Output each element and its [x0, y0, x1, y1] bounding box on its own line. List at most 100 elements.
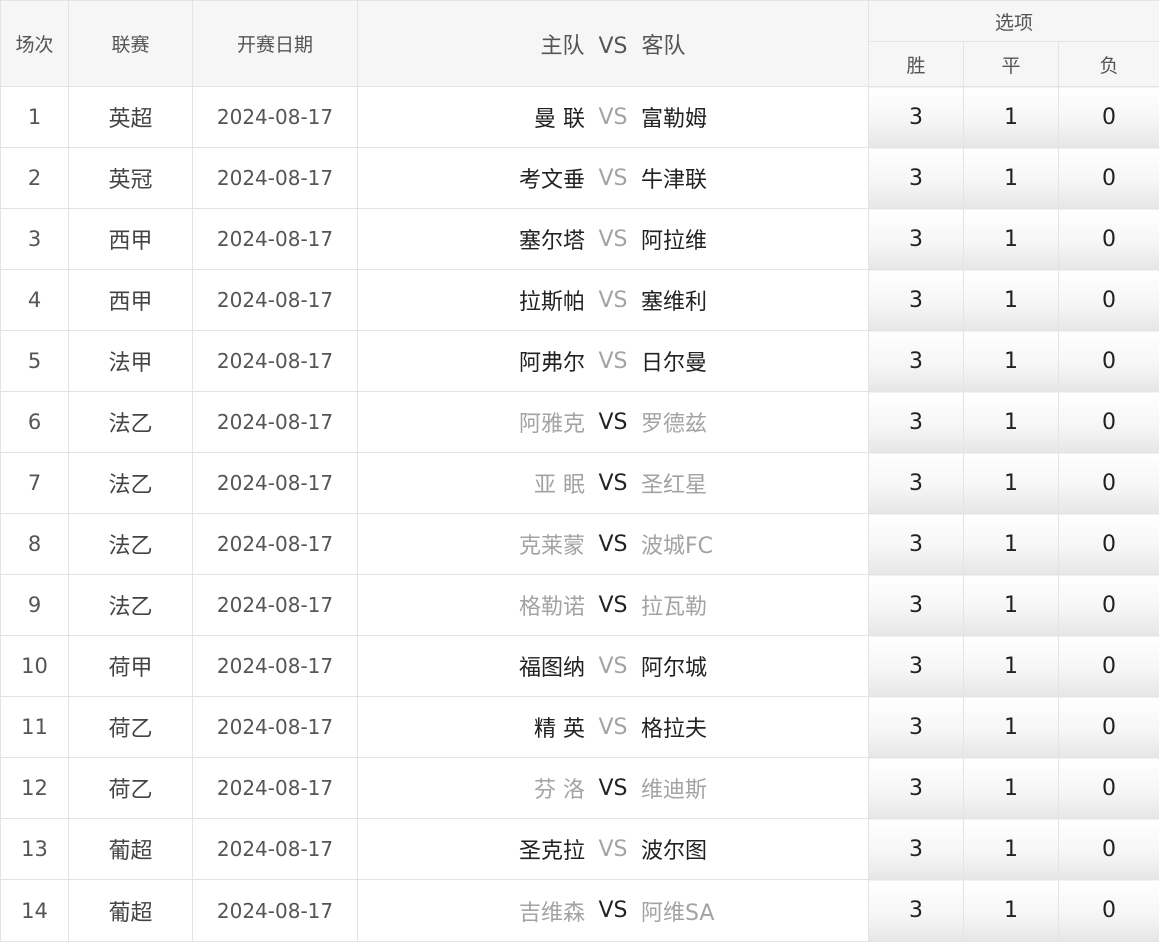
- option-draw-button[interactable]: 1: [963, 330, 1059, 392]
- option-lose-button[interactable]: 0: [1057, 818, 1159, 880]
- option-lose-button[interactable]: 0: [1057, 513, 1159, 575]
- option-win-button[interactable]: 3: [868, 574, 964, 636]
- option-win-button[interactable]: 3: [868, 513, 964, 575]
- match-league: 法乙: [68, 452, 193, 514]
- option-win-button[interactable]: 3: [868, 818, 964, 880]
- table-row: 2 英冠 2024-08-17 考文垂 VS 牛津联 3 1 0: [0, 147, 1159, 209]
- option-win-button[interactable]: 3: [868, 452, 964, 514]
- option-draw-button[interactable]: 1: [963, 208, 1059, 270]
- option-draw-button[interactable]: 1: [963, 696, 1059, 758]
- option-draw-button[interactable]: 1: [963, 818, 1059, 880]
- table-row: 11 荷乙 2024-08-17 精 英 VS 格拉夫 3 1 0: [0, 696, 1159, 758]
- match-date: 2024-08-17: [192, 635, 358, 697]
- option-lose-button[interactable]: 0: [1057, 574, 1159, 636]
- header-options: 选项: [867, 0, 1159, 42]
- match-teams: 芬 洛 VS 维迪斯: [357, 757, 869, 819]
- match-league: 葡超: [68, 879, 193, 942]
- option-draw-button[interactable]: 1: [963, 391, 1059, 453]
- option-lose-button[interactable]: 0: [1057, 879, 1159, 942]
- home-team: 考文垂: [518, 168, 585, 193]
- option-draw-button[interactable]: 1: [963, 635, 1059, 697]
- away-team: 富勒姆: [641, 107, 708, 132]
- home-team: 塞尔塔: [518, 229, 585, 254]
- home-team: 克莱蒙: [518, 534, 585, 559]
- option-draw-button[interactable]: 1: [963, 452, 1059, 514]
- home-team: 阿雅克: [518, 412, 585, 437]
- option-draw-button[interactable]: 1: [963, 147, 1059, 209]
- match-teams: 吉维森 VS 阿维SA: [357, 879, 869, 942]
- match-date: 2024-08-17: [192, 330, 358, 392]
- option-win-button[interactable]: 3: [868, 86, 964, 148]
- match-teams: 亚 眠 VS 圣红星: [357, 452, 869, 514]
- vs-label: VS: [598, 531, 628, 557]
- option-lose-button[interactable]: 0: [1057, 208, 1159, 270]
- table-row: 7 法乙 2024-08-17 亚 眠 VS 圣红星 3 1 0: [0, 452, 1159, 514]
- match-date: 2024-08-17: [192, 391, 358, 453]
- table-row: 1 英超 2024-08-17 曼 联 VS 富勒姆 3 1 0: [0, 86, 1159, 148]
- match-teams: 阿雅克 VS 罗德兹: [357, 391, 869, 453]
- header-win: 胜: [868, 41, 964, 87]
- option-lose-button[interactable]: 0: [1057, 391, 1159, 453]
- match-teams: 曼 联 VS 富勒姆: [357, 86, 869, 148]
- match-table: 场次 联赛 开赛日期 主队 VS 客队 选项 胜 平 负 1 英超 2024-08-17…: [0, 0, 1159, 942]
- away-team: 罗德兹: [641, 412, 708, 437]
- vs-label: VS: [598, 409, 628, 435]
- match-index: 14: [0, 879, 69, 942]
- option-win-button[interactable]: 3: [868, 208, 964, 270]
- match-league: 法乙: [68, 391, 193, 453]
- match-teams: 考文垂 VS 牛津联: [357, 147, 869, 209]
- away-team: 格拉夫: [641, 717, 708, 742]
- option-win-button[interactable]: 3: [868, 147, 964, 209]
- match-index: 9: [0, 574, 69, 636]
- match-index: 8: [0, 513, 69, 575]
- match-teams: 克莱蒙 VS 波城FC: [357, 513, 869, 575]
- vs-label: VS: [598, 348, 628, 374]
- match-date: 2024-08-17: [192, 208, 358, 270]
- option-lose-button[interactable]: 0: [1057, 757, 1159, 819]
- option-win-button[interactable]: 3: [868, 635, 964, 697]
- option-draw-button[interactable]: 1: [963, 574, 1059, 636]
- match-league: 荷乙: [68, 757, 193, 819]
- match-league: 法乙: [68, 574, 193, 636]
- home-team: 阿弗尔: [518, 351, 585, 376]
- option-lose-button[interactable]: 0: [1057, 330, 1159, 392]
- match-teams: 拉斯帕 VS 塞维利: [357, 269, 869, 331]
- option-win-button[interactable]: 3: [868, 879, 964, 942]
- match-teams: 精 英 VS 格拉夫: [357, 696, 869, 758]
- option-lose-button[interactable]: 0: [1057, 696, 1159, 758]
- option-win-button[interactable]: 3: [868, 757, 964, 819]
- table-row: 12 荷乙 2024-08-17 芬 洛 VS 维迪斯 3 1 0: [0, 757, 1159, 819]
- option-draw-button[interactable]: 1: [963, 757, 1059, 819]
- match-date: 2024-08-17: [192, 696, 358, 758]
- option-lose-button[interactable]: 0: [1057, 452, 1159, 514]
- option-lose-button[interactable]: 0: [1057, 86, 1159, 148]
- match-date: 2024-08-17: [192, 147, 358, 209]
- option-lose-button[interactable]: 0: [1057, 269, 1159, 331]
- option-win-button[interactable]: 3: [868, 269, 964, 331]
- match-league: 法甲: [68, 330, 193, 392]
- option-draw-button[interactable]: 1: [963, 513, 1059, 575]
- table-row: 6 法乙 2024-08-17 阿雅克 VS 罗德兹 3 1 0: [0, 391, 1159, 453]
- option-lose-button[interactable]: 0: [1057, 635, 1159, 697]
- table-row: 8 法乙 2024-08-17 克莱蒙 VS 波城FC 3 1 0: [0, 513, 1159, 575]
- option-win-button[interactable]: 3: [868, 696, 964, 758]
- option-draw-button[interactable]: 1: [963, 86, 1059, 148]
- match-index: 1: [0, 86, 69, 148]
- away-team: 波城FC: [641, 534, 714, 559]
- match-index: 6: [0, 391, 69, 453]
- vs-label: VS: [598, 898, 628, 923]
- option-draw-button[interactable]: 1: [963, 879, 1059, 942]
- away-team: 牛津联: [641, 168, 708, 193]
- match-date: 2024-08-17: [192, 879, 358, 942]
- header-vs: VS: [598, 33, 628, 59]
- match-date: 2024-08-17: [192, 513, 358, 575]
- match-index: 2: [0, 147, 69, 209]
- option-win-button[interactable]: 3: [868, 330, 964, 392]
- away-team: 塞维利: [641, 290, 708, 315]
- option-draw-button[interactable]: 1: [963, 269, 1059, 331]
- option-win-button[interactable]: 3: [868, 391, 964, 453]
- away-team: 波尔图: [641, 839, 708, 864]
- option-lose-button[interactable]: 0: [1057, 147, 1159, 209]
- match-league: 西甲: [68, 269, 193, 331]
- match-league: 荷甲: [68, 635, 193, 697]
